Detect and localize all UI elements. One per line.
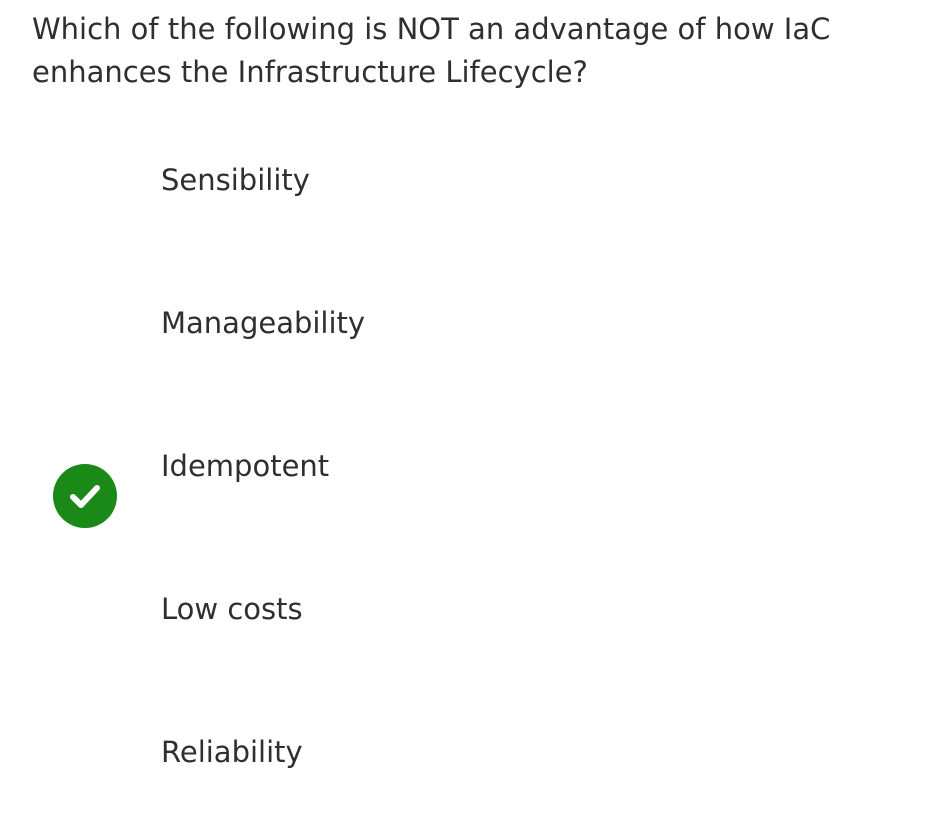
answer-option-label: Low costs xyxy=(161,592,303,626)
check-circle-icon xyxy=(53,464,117,528)
answer-option-low-costs[interactable]: Low costs xyxy=(0,539,951,682)
answer-option-label: Reliability xyxy=(161,735,303,769)
question-text: Which of the following is NOT an advanta… xyxy=(32,12,831,89)
answer-option-label: Sensibility xyxy=(161,163,310,197)
answer-option-manageability[interactable]: Manageability xyxy=(0,253,951,396)
answer-option-idempotent[interactable]: Idempotent xyxy=(0,396,951,539)
answer-option-sensibility[interactable]: Sensibility xyxy=(0,110,951,253)
answer-option-label: Manageability xyxy=(161,306,366,340)
answer-option-label: Idempotent xyxy=(161,449,330,483)
answer-option-reliability[interactable]: Reliability xyxy=(0,682,951,825)
